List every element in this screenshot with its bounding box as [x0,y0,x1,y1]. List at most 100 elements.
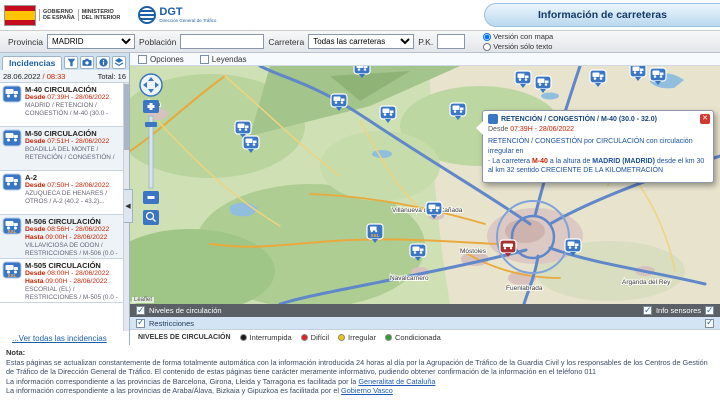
legend-dot-black [240,334,247,341]
truck-incident-icon [2,129,22,151]
truck-restriction-icon: XXL [2,217,22,239]
restricciones-label: Restricciones [149,319,194,328]
map-city-label: Móstoles [460,248,487,255]
incident-item-1[interactable]: M-40 CIRCULACIÓN Desde 07:39H - 28/06/20… [0,83,129,127]
incident-item-5[interactable]: XXL M-505 CIRCULACIÓN Desde 08:00H - 28/… [0,259,129,303]
leyendas-toggle[interactable]: Leyendas [200,55,247,64]
version-mapa-label: Versión con mapa [493,32,553,41]
legend-item-interrumpida: Interrumpida [240,333,292,342]
zoom-out-button[interactable] [143,191,159,204]
info-sensores-checkbox[interactable] [643,306,652,315]
nota-paragraph: Estas páginas se actualizan constantemen… [6,358,714,377]
ministerio-line2: DEL INTERIOR [82,15,121,21]
tab-incidencias[interactable]: Incidencias [2,56,62,70]
traffic-map[interactable]: Ávila Villanueva de la Cañada Móstoles F… [130,66,720,304]
incident-item-3[interactable]: A-2 Desde 07:50H - 28/06/2022 AZUQUECA D… [0,171,129,215]
incident-description: AZUQUECA DE HENARES / OTROS / A-2 (40.2 … [25,190,121,205]
incident-road: A-2 [25,173,121,182]
page-footer: Nota: Estas páginas se actualizan consta… [0,345,720,405]
desde-label: Desde [25,182,45,189]
popup-body-line1: RETENCIÓN / CONGESTIÓN por CIRCULACIÓN c… [488,137,708,157]
leyendas-checkbox[interactable] [200,55,209,64]
provincia-select[interactable]: MADRID [47,34,135,49]
hasta-label: Hasta [25,234,44,241]
poblacion-label: Población [139,37,176,47]
opciones-checkbox[interactable] [138,55,147,64]
layers-bar-dark: Niveles de circulación Info sensores [130,304,720,317]
filter-icon-button[interactable] [64,56,78,69]
map-city-label: Arganda del Rey [622,279,671,286]
camera-icon-button[interactable] [80,56,94,69]
magnifier-zoom-button[interactable] [143,210,159,225]
current-date: 28.06.2022 [3,72,41,81]
current-time: / 08:33 [43,72,66,81]
incident-description: MADRID / RETENCIÓN / CONGESTIÓN / M-40 (… [25,102,121,117]
pk-label: P.K. [418,37,433,47]
pk-input[interactable] [437,34,465,49]
version-mapa-radio[interactable] [483,33,491,41]
desde-label: Desde [25,270,45,277]
incidents-sidebar: Incidencias 28.06.2022 / 08:33 Total: 16 [0,53,130,345]
version-texto-radio[interactable] [483,43,491,51]
gobierno-label: GOBIERNO DE ESPAÑA [39,9,75,22]
legend-dot-yellow [338,334,345,341]
incident-item-4[interactable]: XXL M-506 CIRCULACIÓN Desde 08:56H - 28/… [0,215,129,259]
svg-text:XXL: XXL [371,233,380,238]
zoom-in-button[interactable] [143,100,159,113]
incident-item-2[interactable]: M-50 CIRCULACIÓN Desde 07:51H - 28/06/20… [0,127,129,171]
popup-body: RETENCIÓN / CONGESTIÓN por CIRCULACIÓN c… [483,133,713,182]
leyendas-label: Leyendas [212,55,247,64]
incident-description: ESCORIAL (EL) / RESTRICCIONES / M-505 (0… [25,286,121,301]
scrollbar-thumb[interactable] [124,84,129,150]
opciones-toggle[interactable]: Opciones [138,55,184,64]
incident-type-icon [488,114,498,124]
pais-vasco-note: La información correspondiente a las pro… [6,386,714,395]
carretera-select[interactable]: Todas las carreteras [308,34,414,49]
truck-restriction-icon: XXL [2,261,22,283]
page-header: GOBIERNO DE ESPAÑA MINISTERIO DEL INTERI… [0,0,720,30]
restricciones-right-checkbox[interactable] [705,319,714,328]
circulation-legend: NIVELES DE CIRCULACIÓN Interrumpida Difí… [130,329,720,345]
view-all-incidents-link[interactable]: ...Ver todas las incidencias [0,331,129,345]
zoom-slider-handle[interactable] [145,122,157,127]
desde-value: 07:39H - 28/06/2022 [47,94,109,101]
legend-item-irregular: Irregular [338,333,376,342]
svg-text:XXL: XXL [8,273,17,278]
hasta-label: Hasta [25,278,44,285]
filter-bar: Provincia MADRID Población Carretera Tod… [0,30,720,53]
gobierno-vasco-link[interactable]: Gobierno Vasco [341,386,393,395]
poblacion-input[interactable] [180,34,264,49]
truck-incident-icon [2,85,22,107]
city-name: MADRID [592,158,620,165]
legend-title: NIVELES DE CIRCULACIÓN [138,334,231,341]
info-sensores-label: Info sensores [656,306,701,315]
incident-popup: RETENCIÓN / CONGESTIÓN / M-40 (30.0 - 32… [482,110,714,183]
desde-value: 08:56H - 28/06/2022 [47,226,109,233]
dgt-logo: DGT Dirección General de Tráfico [138,6,216,24]
map-viewport[interactable]: Ávila Villanueva de la Cañada Móstoles F… [130,66,720,304]
map-city-label: Navalcarnero [390,275,429,282]
popup-close-button[interactable]: ✕ [700,114,710,124]
extra-layer-checkbox[interactable] [705,306,714,315]
popup-title: RETENCIÓN / CONGESTIÓN / M-40 (30.0 - 32… [501,116,697,123]
map-attribution[interactable]: Leaflet [132,297,154,303]
filter-icon [67,58,76,67]
generalitat-cataluna-link[interactable]: Generalitat de Cataluña [358,377,435,386]
map-zoom-control[interactable] [138,72,164,232]
incident-road: M-50 CIRCULACIÓN [25,129,121,138]
layers-icon-button[interactable] [112,56,126,69]
restricciones-checkbox[interactable] [136,319,145,328]
opciones-label: Opciones [150,55,184,64]
sidebar-date-row: 28.06.2022 / 08:33 Total: 16 [0,70,129,83]
sidebar-collapse-button[interactable]: ◀ [124,189,133,223]
gobierno-line2: DE ESPAÑA [43,15,75,21]
niveles-checkbox[interactable] [136,306,145,315]
camera-icon [82,58,92,67]
legend-dot-green [385,334,392,341]
info-icon-button[interactable] [96,56,110,69]
popup-body-line2: - La carretera M-40 a la altura de MADRI… [488,157,708,177]
dgt-subtitle: Dirección General de Tráfico [159,18,216,23]
legend-item-condicionada: Condicionada [385,333,441,342]
main-area: Incidencias 28.06.2022 / 08:33 Total: 16 [0,53,720,345]
niveles-label: Niveles de circulación [149,306,222,315]
